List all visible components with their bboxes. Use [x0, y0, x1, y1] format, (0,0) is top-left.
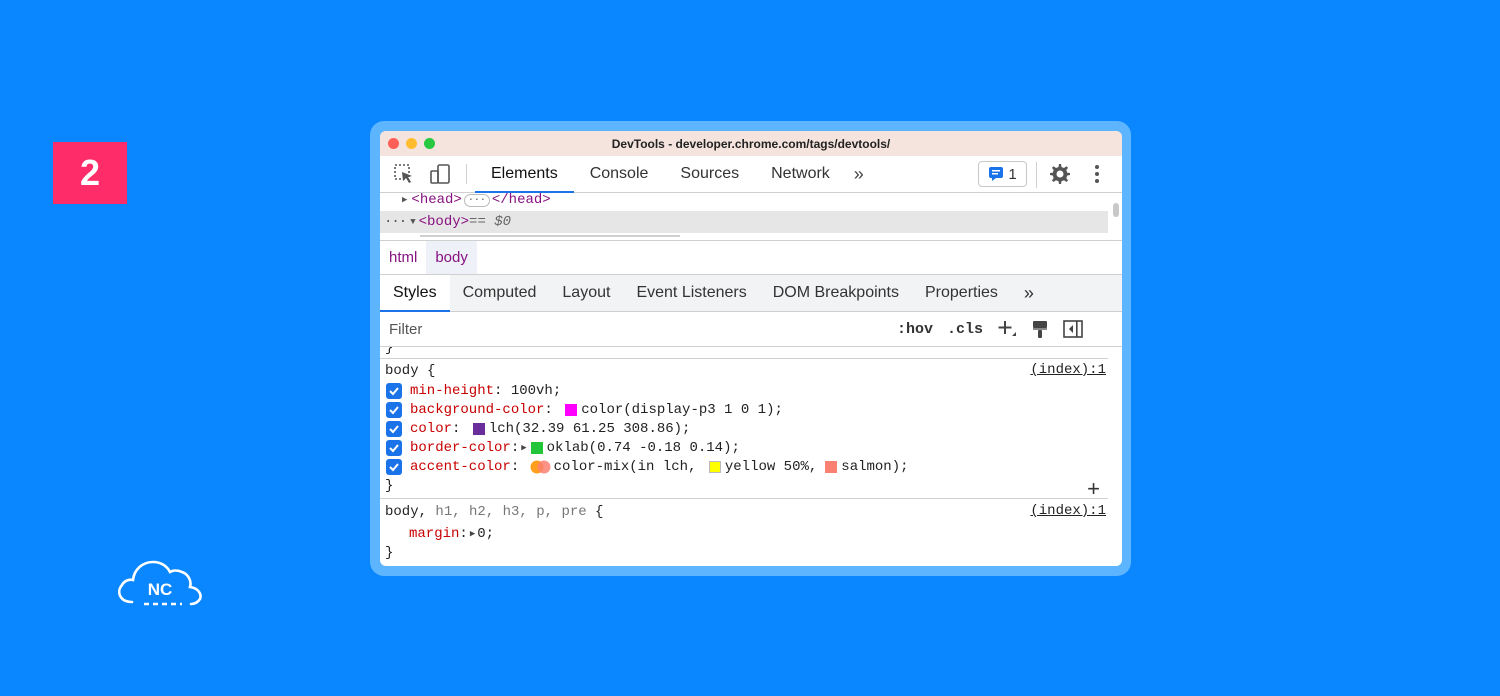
- more-options-kebab-icon[interactable]: [1094, 163, 1100, 190]
- decl-accent-color: accent-color: color-mix(in lch, yellow 5…: [386, 457, 909, 476]
- issues-count: 1: [1008, 165, 1017, 183]
- step-number: 2: [79, 152, 101, 193]
- checkbox-color[interactable]: [386, 420, 402, 437]
- prop-value[interactable]: lch(32.39 61.25 308.86);: [489, 421, 691, 437]
- color-swatch[interactable]: [472, 422, 485, 435]
- styles-pane: } body { (index):1 min-height: 100vh; ba…: [380, 347, 1122, 565]
- head-open-tag: <head>: [411, 193, 462, 208]
- decl-margin: margin: ▶ 0;: [409, 525, 495, 542]
- collapsed-ellipsis[interactable]: ···: [463, 193, 490, 207]
- device-toolbar-icon[interactable]: [422, 156, 458, 192]
- prop-name[interactable]: background-color: [410, 402, 544, 418]
- rule1-close: }: [385, 477, 394, 494]
- zoom-window-button[interactable]: [424, 138, 435, 149]
- prop-value-prefix[interactable]: color-mix(in lch,: [554, 459, 705, 475]
- devtools-window: DevTools - developer.chrome.com/tags/dev…: [380, 131, 1122, 566]
- expand-triangle-icon[interactable]: ▶: [521, 443, 526, 453]
- previous-rule-close: }: [385, 347, 394, 356]
- rule2-selector[interactable]: body, h1, h2, h3, p, pre {: [385, 502, 603, 521]
- body-open-tag: <body>: [418, 214, 470, 230]
- filter-input[interactable]: Filter: [380, 312, 883, 346]
- inspect-element-icon[interactable]: [386, 156, 422, 192]
- window-title: DevTools - developer.chrome.com/tags/dev…: [611, 136, 891, 151]
- decl-color: color: lch(32.39 61.25 308.86);: [386, 419, 690, 438]
- new-rule-plus-icon[interactable]: [997, 319, 1017, 339]
- checkbox-background-color[interactable]: [386, 401, 402, 418]
- minimize-window-button[interactable]: [406, 138, 417, 149]
- prop-value[interactable]: oklab(0.74 -0.18 0.14);: [547, 440, 740, 456]
- decl-min-height: min-height: 100vh;: [386, 381, 561, 400]
- styles-toolbar: Filter :hov .cls: [380, 312, 1122, 347]
- color-swatch[interactable]: [530, 441, 543, 454]
- issues-button[interactable]: 1: [978, 161, 1027, 187]
- checkbox-min-height[interactable]: [386, 382, 402, 399]
- decl-border-color: border-color: ▶ oklab(0.74 -0.18 0.14);: [386, 438, 740, 457]
- title-bar: DevTools - developer.chrome.com/tags/dev…: [380, 131, 1122, 156]
- rule1-source-link[interactable]: (index):1: [1030, 361, 1106, 380]
- prop-value[interactable]: 100vh;: [511, 383, 561, 399]
- color-mix-swatch-icon[interactable]: [530, 460, 552, 474]
- dom-node-head[interactable]: ▶ <head> ··· </head>: [402, 193, 1108, 211]
- checkbox-accent-color[interactable]: [386, 458, 402, 475]
- selector-brace: {: [586, 503, 604, 520]
- selected-node-marker: == $0: [469, 214, 512, 230]
- collapse-triangle-icon[interactable]: ▼: [410, 217, 415, 227]
- selector-matched: body,: [385, 503, 428, 520]
- expand-triangle-icon[interactable]: ▶: [470, 529, 475, 539]
- rule2-source-link[interactable]: (index):1: [1030, 502, 1106, 521]
- prop-value[interactable]: 0;: [477, 526, 494, 542]
- toggle-sidebar-icon[interactable]: [1063, 320, 1083, 338]
- more-subtabs-chevron-icon[interactable]: »: [1011, 275, 1047, 311]
- rule1-selector[interactable]: body {: [385, 361, 435, 380]
- selector-unmatched: h1, h2, h3, p, pre: [427, 503, 587, 520]
- dom-scrollbar[interactable]: [1113, 203, 1119, 217]
- tab-event-listeners[interactable]: Event Listeners: [623, 275, 759, 311]
- prop-name[interactable]: border-color: [410, 440, 511, 456]
- sidebar-tabs: Styles Computed Layout Event Listeners D…: [380, 275, 1122, 312]
- step-badge: 2: [53, 142, 127, 204]
- more-tabs-chevron-icon[interactable]: »: [846, 156, 872, 192]
- color-swatch-salmon[interactable]: [825, 460, 838, 473]
- tab-properties[interactable]: Properties: [912, 275, 1011, 311]
- head-close-tag: </head>: [491, 193, 551, 208]
- prop-name[interactable]: margin: [409, 526, 459, 542]
- tab-elements[interactable]: Elements: [475, 156, 574, 193]
- prop-value-yellow[interactable]: yellow 50%,: [725, 459, 817, 475]
- color-swatch[interactable]: [565, 403, 578, 416]
- node-actions-dots[interactable]: ···: [384, 214, 407, 230]
- main-toolbar: Elements Console Sources Network » 1: [380, 156, 1122, 193]
- paint-brush-icon[interactable]: [1031, 319, 1049, 339]
- rule2-close: }: [385, 544, 394, 561]
- logo-text: NC: [148, 580, 173, 599]
- expand-triangle-icon[interactable]: ▶: [402, 195, 407, 205]
- close-window-button[interactable]: [388, 138, 399, 149]
- decl-background-color: background-color: color(display-p3 1 0 1…: [386, 400, 783, 419]
- prop-value-salmon[interactable]: salmon);: [841, 459, 908, 475]
- class-toggle[interactable]: .cls: [947, 321, 983, 338]
- breadcrumb: html body: [380, 241, 1122, 275]
- dom-node-body-selected[interactable]: ··· ▼ <body> == $0: [380, 211, 1108, 233]
- hover-state-toggle[interactable]: :hov: [897, 321, 933, 338]
- tab-console[interactable]: Console: [574, 156, 665, 192]
- tab-computed[interactable]: Computed: [450, 275, 550, 311]
- nc-cloud-logo: NC: [118, 560, 202, 606]
- prop-name[interactable]: min-height: [410, 383, 494, 399]
- dom-tree: ▶ <head> ··· </head> ··· ▼ <body> == $0: [380, 193, 1122, 241]
- prop-value[interactable]: color(display-p3 1 0 1);: [581, 402, 783, 418]
- prop-name[interactable]: accent-color: [410, 459, 511, 475]
- settings-gear-icon[interactable]: [1048, 162, 1072, 191]
- tab-sources[interactable]: Sources: [664, 156, 755, 192]
- message-icon: [989, 167, 1004, 181]
- dom-node-clipped: [420, 233, 1108, 240]
- breadcrumb-body[interactable]: body: [426, 241, 477, 274]
- tab-network[interactable]: Network: [755, 156, 846, 192]
- color-swatch-yellow[interactable]: [708, 460, 721, 473]
- checkbox-border-color[interactable]: [386, 439, 402, 456]
- tab-styles[interactable]: Styles: [380, 275, 450, 312]
- tab-dom-breakpoints[interactable]: DOM Breakpoints: [760, 275, 912, 311]
- breadcrumb-html[interactable]: html: [380, 241, 426, 274]
- prop-name[interactable]: color: [410, 421, 452, 437]
- tab-layout[interactable]: Layout: [549, 275, 623, 311]
